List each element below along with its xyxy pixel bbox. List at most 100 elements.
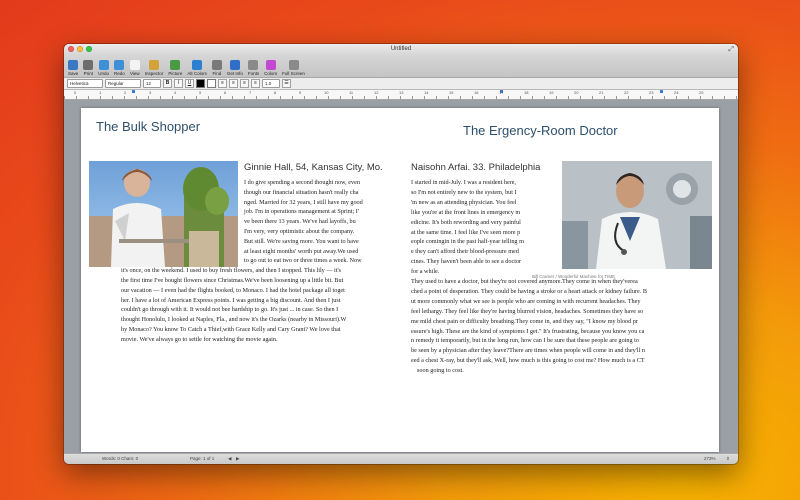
toolbar-label: Inspector (144, 71, 164, 76)
ruler-number: 11 (349, 90, 354, 95)
ruler-number: 19 (549, 90, 554, 95)
title-bar: Untitled ⤢ (64, 44, 738, 55)
toolbar-redo-button[interactable]: Redo (112, 60, 127, 77)
highlight-color-swatch[interactable] (207, 79, 216, 88)
inspector-icon (149, 60, 160, 70)
left-article-heading: The Bulk Shopper (96, 119, 201, 134)
ruler-number: 9 (299, 90, 302, 95)
minimize-window-button[interactable] (77, 46, 83, 52)
picture-icon (170, 60, 181, 70)
undo-icon (98, 60, 109, 70)
left-article-line: movie. We've always go to settle for wat… (121, 335, 278, 343)
toolbar-get-info-button[interactable]: Get Info (225, 60, 245, 77)
toolbar-inspector-button[interactable]: Inspector (143, 60, 166, 77)
toolbar-find-button[interactable]: Find (210, 60, 224, 77)
right-article-line: I started in mid-July. I was a resident … (411, 179, 517, 186)
ruler-number: 21 (599, 90, 604, 95)
right-article-line: cines. They haven't been able to see a d… (411, 258, 522, 266)
toolbar-fonts-button[interactable]: Fonts (246, 60, 261, 77)
left-article-line: at least eight months' worth put away.We… (244, 247, 359, 255)
right-article-line: ched a point of desperation. They could … (411, 287, 647, 295)
left-article-line: couldn't go through with it. It would no… (121, 306, 339, 314)
ruler-number: 3 (149, 90, 152, 95)
page-nav-next-icon[interactable]: ▶ (236, 454, 239, 464)
left-article-line: to go out to eat two or three times a we… (244, 257, 362, 265)
window-title: Untitled (390, 46, 412, 52)
toolbar-view-button[interactable]: View (128, 60, 142, 77)
bulk-shopper-photo (89, 161, 238, 267)
right-article-name: Naisohn Arfai. 33. Philadelphia (411, 162, 541, 173)
right-article-line: e they can't afford their blood-pressure… (411, 248, 519, 256)
toolbar-print-button[interactable]: Print (81, 60, 95, 77)
font-style-select[interactable]: Regular (105, 79, 141, 88)
ruler-number: 24 (674, 90, 679, 95)
right-article-line: eople comingin in the past half-year tel… (411, 238, 524, 246)
text-color-swatch[interactable] (196, 79, 205, 88)
zoom-level[interactable]: 273% (704, 454, 716, 464)
list-button[interactable]: ☰ (282, 79, 291, 88)
tab-marker-icon[interactable] (132, 90, 135, 93)
right-article-heading: The Ergency-Room Doctor (463, 123, 618, 138)
window-controls (68, 46, 92, 52)
left-article-line: ve been there 13 years. We've had layoff… (244, 218, 356, 226)
toolbar-picture-button[interactable]: Picture (166, 60, 184, 77)
align-center-button[interactable]: ≡ (229, 79, 238, 88)
find-icon (211, 60, 222, 70)
ruler[interactable]: 0 1 2 3 4 5 6 7 8 9 10 11 12 13 14 15 16 17 18 19 20 21 22 23 24… (64, 90, 738, 100)
toolbar-alt-colors-button[interactable]: Alt Colors (185, 60, 209, 77)
left-article-line: the first time I've bought flowers since… (121, 277, 344, 284)
left-article-line: nged. Married for 32 years, I still have… (244, 198, 363, 206)
ruler-number: 0 (74, 90, 77, 95)
status-bar: Words: 0 Chars: 0 Page: 1 of 1 ◀ ▶ 273% … (64, 453, 738, 464)
font-family-select[interactable]: Helvetica (67, 79, 103, 88)
get-info-icon (229, 60, 240, 70)
page-nav-prev-icon[interactable]: ◀ (228, 454, 231, 464)
left-article-line: job. I'm in operations management at Spr… (244, 208, 359, 216)
view-icon (129, 60, 140, 70)
underline-button[interactable]: U (185, 79, 194, 88)
left-article-line: though our financial situation hasn't re… (244, 188, 359, 196)
toolbar-label: Alt Colors (187, 71, 207, 76)
font-size-select[interactable]: 12 (143, 79, 161, 88)
fullscreen-icon[interactable]: ⤢ (728, 46, 734, 53)
word-count: Words: 0 Chars: 0 (102, 456, 139, 461)
toolbar-colors-button[interactable]: Colors (262, 60, 279, 77)
left-article-line: I'm very, very optimistic about the comp… (244, 228, 355, 235)
ruler-number: 5 (199, 90, 202, 95)
tab-marker-icon[interactable] (660, 90, 663, 93)
toolbar-save-button[interactable]: Save (66, 60, 80, 77)
ruler-number: 2 (124, 90, 127, 95)
left-article-line: our vacation — I even had the flights bo… (121, 286, 345, 294)
line-spacing-select[interactable]: 1.0 (262, 79, 280, 88)
bold-button[interactable]: B (163, 79, 172, 88)
zoom-stepper-icon[interactable]: ⇕ (726, 454, 730, 464)
full-screen-icon (288, 60, 299, 70)
right-article-line: so I'm not entirely new to the system, b… (411, 188, 517, 196)
toolbar-label: Save (68, 71, 79, 76)
page-indicator: Page: 1 of 1 (190, 456, 215, 461)
close-window-button[interactable] (68, 46, 74, 52)
left-article-line: her. I have a lot of American Express po… (121, 296, 341, 304)
ruler-number: 15 (449, 90, 454, 95)
right-article-line: be seen by a physician after they leave?… (411, 347, 645, 355)
justify-button[interactable]: ≡ (251, 79, 260, 88)
document-page[interactable]: The Bulk Shopper The Ergency-Room Doctor… (81, 108, 719, 452)
right-article-line: like you're at the front lines in emerge… (411, 208, 521, 216)
colors-icon (265, 60, 276, 70)
toolbar-full-screen-button[interactable]: Full Screen (280, 60, 307, 77)
doctor-image (562, 161, 712, 269)
ruler-number: 25 (699, 90, 704, 95)
ruler-number: 10 (324, 90, 329, 95)
zoom-window-button[interactable] (86, 46, 92, 52)
ruler-number: 18 (524, 90, 529, 95)
left-article-name: Ginnie Hall, 54, Kansas City, Mo. (244, 162, 383, 173)
left-article-line: hy Monaco? You know To Catch a Thief,wit… (121, 326, 341, 333)
toolbar-undo-button[interactable]: Undo (96, 60, 111, 77)
italic-button[interactable]: I (174, 79, 183, 88)
save-icon (68, 60, 79, 70)
document-area: The Bulk Shopper The Ergency-Room Doctor… (64, 100, 738, 454)
ruler-number: 13 (399, 90, 404, 95)
align-right-button[interactable]: ≡ (240, 79, 249, 88)
fonts-icon (248, 60, 259, 70)
align-left-button[interactable]: ≡ (218, 79, 227, 88)
